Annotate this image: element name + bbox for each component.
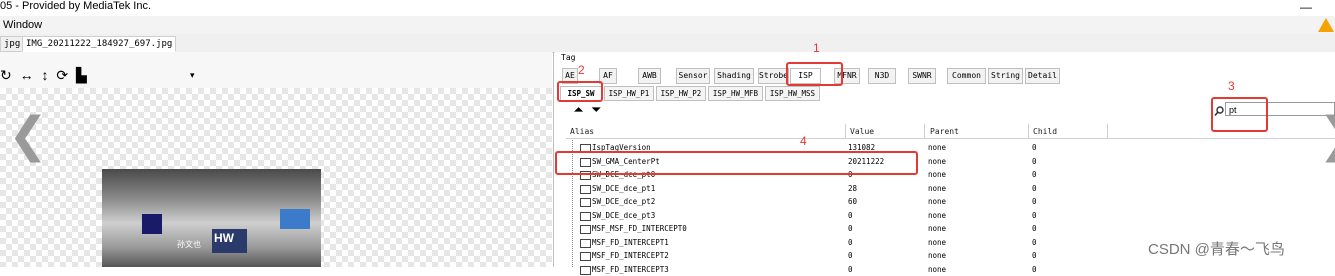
- cell-parent: none: [928, 210, 947, 220]
- cell-value: 0: [848, 210, 853, 220]
- cell-value: 0: [848, 237, 853, 247]
- cell-parent: none: [928, 156, 947, 166]
- cell-parent: none: [928, 197, 947, 206]
- tag-node-icon: [580, 211, 591, 221]
- cell-alias: MSF_FD_INTERCEPT1: [592, 237, 669, 247]
- tab-shading[interactable]: Shading: [714, 68, 754, 84]
- tab-common[interactable]: Common: [947, 68, 986, 84]
- subtab-isp-hw-p2[interactable]: ISP_HW_P2: [656, 86, 706, 101]
- cell-alias: MSF_FD_INTERCEPT3: [592, 264, 669, 274]
- annotation-box-search: [1211, 97, 1268, 132]
- histogram-icon[interactable]: ▙: [76, 67, 87, 83]
- viewer-toolbar: ↻ ↔ ↕ ⟳ ▙: [0, 68, 87, 82]
- collapse-all-icon[interactable]: ⏶: [574, 104, 583, 117]
- expand-all-icon[interactable]: ⏷: [592, 104, 601, 117]
- cell-parent: none: [928, 264, 947, 274]
- tab-awb[interactable]: AWB: [638, 68, 661, 84]
- tab-swnr[interactable]: SWNR: [908, 68, 936, 84]
- cell-alias: MSF_FD_INTERCEPT2: [592, 251, 669, 260]
- cell-parent: none: [928, 237, 947, 247]
- cell-alias: SW_DCE_dce_pt2: [592, 197, 656, 206]
- photo-sign-text: HW: [214, 231, 234, 245]
- column-parent[interactable]: Parent: [930, 125, 959, 138]
- cell-child: 0: [1032, 197, 1037, 206]
- panel-divider[interactable]: [553, 52, 554, 267]
- annotation-number-4: 4: [800, 134, 807, 148]
- rotate-icon[interactable]: ↻: [0, 67, 12, 83]
- annotation-number-1: 1: [813, 41, 820, 55]
- file-tab-strip: [0, 34, 1335, 53]
- annotation-box-row: [555, 151, 918, 175]
- tag-node-icon: [580, 225, 591, 234]
- subtab-isp-hw-mfb[interactable]: ISP_HW_MFB: [708, 86, 763, 101]
- flip-vertical-icon[interactable]: ↕: [42, 67, 49, 83]
- app-logo-icon: [1318, 18, 1334, 32]
- cell-value: 0: [848, 224, 853, 233]
- window-title: 05 - Provided by MediaTek Inc.: [0, 0, 152, 12]
- cell-value: 0: [848, 251, 853, 260]
- tab-n3d[interactable]: N3D: [868, 68, 896, 84]
- next-image-icon[interactable]: ❯: [1318, 112, 1335, 160]
- annotation-number-3: 3: [1228, 79, 1235, 93]
- menu-bar: Window: [0, 16, 1335, 34]
- flip-horizontal-icon[interactable]: ↔: [20, 67, 34, 83]
- cell-parent: none: [928, 170, 947, 179]
- tag-label: Tag: [561, 53, 576, 62]
- column-child[interactable]: Child: [1033, 125, 1057, 138]
- annotation-box-isp-tab: [786, 62, 843, 86]
- file-tab-image[interactable]: IMG_20211222_184927_697.jpg: [22, 36, 177, 52]
- minimize-button[interactable]: —: [1300, 0, 1312, 14]
- cell-value: 0: [848, 264, 853, 274]
- column-value[interactable]: Value: [850, 125, 874, 138]
- photo-sign-text-left: 孙文也: [177, 240, 201, 249]
- cell-child: 0: [1032, 251, 1037, 260]
- cell-child: 0: [1032, 156, 1037, 166]
- cell-parent: none: [928, 251, 947, 260]
- cell-alias: SW_DCE_dce_pt1: [592, 183, 656, 193]
- cell-alias: SW_DCE_dce_pt3: [592, 210, 656, 220]
- cell-child: 0: [1032, 237, 1037, 247]
- file-tab-jpg[interactable]: jpg: [0, 36, 25, 52]
- column-alias[interactable]: Alias: [570, 125, 594, 138]
- tag-node-icon: [580, 252, 591, 261]
- cell-value: 60: [848, 197, 858, 206]
- tag-node-icon: [580, 238, 591, 248]
- cell-parent: none: [928, 183, 947, 193]
- cell-child: 0: [1032, 170, 1037, 179]
- cell-child: 0: [1032, 224, 1037, 233]
- menu-window[interactable]: Window: [0, 19, 42, 31]
- cell-parent: none: [928, 224, 947, 233]
- subtab-isp-hw-p1[interactable]: ISP_HW_P1: [604, 86, 654, 101]
- photo-thumbnail: HW 孙文也: [102, 169, 321, 267]
- watermark: CSDN @青春～飞鸟: [1148, 241, 1285, 258]
- tab-string[interactable]: String: [988, 68, 1023, 84]
- cell-child: 0: [1032, 143, 1037, 152]
- cell-child: 0: [1032, 210, 1037, 220]
- cell-value: 28: [848, 183, 858, 193]
- tag-node-icon: [580, 184, 591, 194]
- annotation-number-2: 2: [578, 63, 585, 77]
- zoom-dropdown-icon[interactable]: ▾: [190, 70, 195, 81]
- tab-strobe[interactable]: Strobe: [758, 68, 789, 84]
- annotation-box-isp-sw: [557, 81, 603, 102]
- cell-child: 0: [1032, 264, 1037, 274]
- refresh-icon[interactable]: ⟳: [56, 67, 68, 83]
- title-bar: 05 - Provided by MediaTek Inc.: [0, 0, 1335, 14]
- cell-child: 0: [1032, 183, 1037, 193]
- tag-node-icon: [580, 198, 591, 207]
- tab-sensor[interactable]: Sensor: [676, 68, 710, 84]
- cell-parent: none: [928, 143, 947, 152]
- cell-alias: MSF_MSF_FD_INTERCEPT0: [592, 224, 687, 233]
- tab-detail[interactable]: Detail: [1025, 68, 1060, 84]
- subtab-isp-hw-mss[interactable]: ISP_HW_MSS: [765, 86, 820, 101]
- prev-image-icon[interactable]: ❮: [8, 112, 48, 160]
